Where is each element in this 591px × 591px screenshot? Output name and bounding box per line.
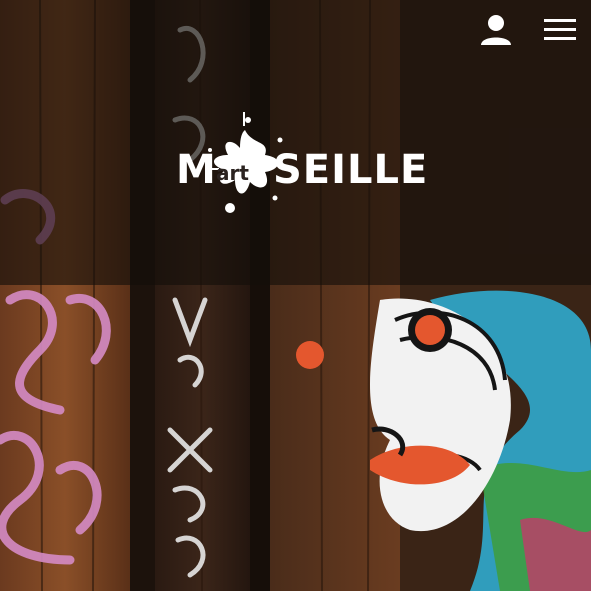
user-icon [481, 15, 511, 45]
hamburger-menu-icon [544, 19, 576, 40]
logo-art-word: art [216, 161, 249, 185]
site-logo[interactable]: M art SEILLE [160, 110, 430, 220]
account-button[interactable] [478, 12, 514, 48]
home-screen: M art SEILLE [0, 0, 591, 591]
top-bar [0, 0, 591, 60]
menu-button[interactable] [541, 14, 579, 46]
logo-letter-m: M [176, 147, 217, 193]
logo-word-seille: SEILLE [273, 147, 429, 193]
